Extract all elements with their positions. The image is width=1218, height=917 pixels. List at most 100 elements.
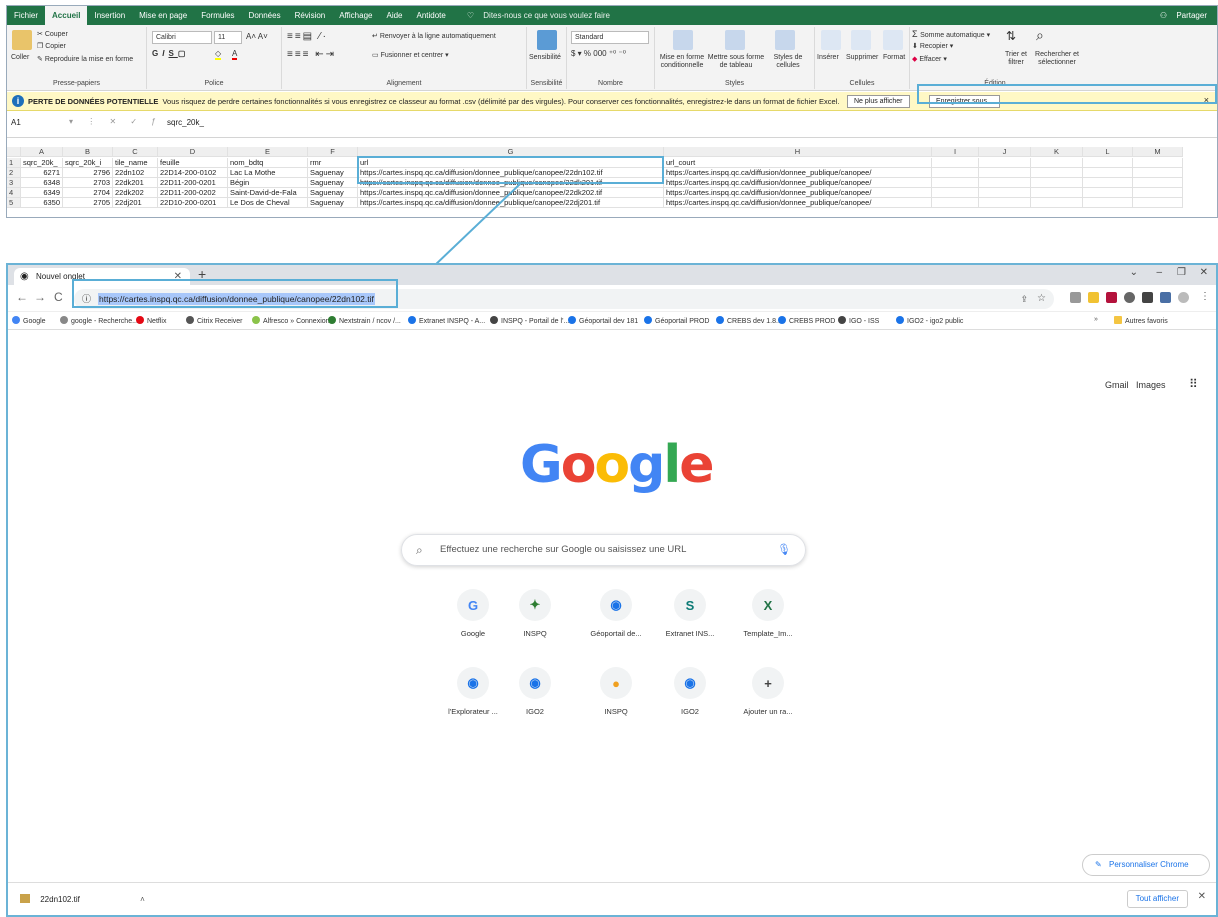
google-search-box[interactable]: ⌕ Effectuez une recherche sur Google ou … [401,534,806,566]
tab-strip: ◉ Nouvel onglet ✕ + ⌄ – ❐ ✕ [8,265,1216,285]
pencil-icon: ✎ [1095,860,1102,869]
back-icon[interactable]: ← [16,290,28,304]
share-page-icon[interactable]: ⇪ [1020,289,1028,309]
minimize-icon[interactable]: – [1156,267,1162,278]
shortcut-favicon-icon: ◉ [519,667,551,699]
address-bar[interactable]: ⓘ https://cartes.inspq.qc.ca/diffusion/d… [74,289,1054,309]
shortcut-tile[interactable]: + Ajouter un ra... [733,667,803,716]
shortcut-tile[interactable]: ◉ IGO2 [500,667,570,716]
bookmarks-bar: Autres favoris » Google google - Recherch… [8,312,1216,330]
google-logo: Google [520,435,715,495]
bookmark-favicon-icon [328,316,336,324]
bookmark-label: Géoportail PROD [655,318,710,325]
bookmark-favicon-icon [252,316,260,324]
bookmark-label: google - Recherche... [71,318,138,325]
shortcut-label: l'Explorateur ... [448,707,498,716]
bookmark-item[interactable]: Alfresco » Connexion [252,316,330,325]
new-tab-icon[interactable]: + [198,266,206,282]
close-window-icon[interactable]: ✕ [1200,267,1208,278]
shortcut-label: Extranet INS... [665,629,715,638]
bookmark-label: Extranet INSPQ - A... [419,318,486,325]
other-bookmarks-label: Autres favoris [1125,318,1168,325]
bookmark-item[interactable]: Citrix Receiver [186,316,243,325]
bookmark-favicon-icon [490,316,498,324]
bookmark-label: CREBS dev 1.8.1 [727,318,782,325]
shortcut-tile[interactable]: ◉ l'Explorateur ... [438,667,508,716]
bookmark-item[interactable]: Géoportail PROD [644,316,709,325]
shortcut-favicon-icon: ● [600,667,632,699]
bookmark-favicon-icon [186,316,194,324]
bookmark-label: Netflix [147,318,167,325]
bookmark-item[interactable]: Extranet INSPQ - A... [408,316,485,325]
tab-search-icon[interactable]: ⌄ [1130,267,1138,278]
show-all-downloads-button[interactable]: Tout afficher [1126,890,1188,908]
customize-chrome-button[interactable]: ✎ Personnaliser Chrome [1082,854,1210,876]
chrome-tab-icon: ◉ [20,271,29,282]
download-item[interactable]: 22dn102.tif ˄ [20,894,145,904]
close-tab-icon[interactable]: ✕ [174,268,182,285]
extension-icon[interactable] [1088,292,1099,303]
close-download-bar-icon[interactable]: ✕ [1198,891,1206,902]
bookmark-label: CREBS PROD [789,318,836,325]
shortcut-tile[interactable]: X Template_Im... [733,589,803,638]
site-info-icon[interactable]: ⓘ [82,289,91,309]
forward-icon[interactable]: → [34,290,46,304]
shortcut-label: Géoportail de... [590,629,642,638]
shortcut-tile[interactable]: ◉ Géoportail de... [581,589,651,638]
shortcut-favicon-icon: ✦ [519,589,551,621]
bookmark-item[interactable]: CREBS PROD [778,316,835,325]
bookmark-favicon-icon [838,316,846,324]
bookmark-item[interactable]: IGO2 - igo2 public [896,316,963,325]
download-bar: 22dn102.tif ˄ Tout afficher ✕ [8,882,1216,915]
shortcut-favicon-icon: X [752,589,784,621]
extension-icon[interactable] [1070,292,1081,303]
browser-tab[interactable]: ◉ Nouvel onglet ✕ [14,268,190,285]
bookmark-item[interactable]: Nextstrain / ncov /... [328,316,401,325]
shortcut-tile[interactable]: G Google [438,589,508,638]
puzzle-icon[interactable] [1142,292,1153,303]
shortcut-tile[interactable]: ◉ IGO2 [655,667,725,716]
reload-icon[interactable]: C [54,290,63,304]
chevron-up-icon[interactable]: ˄ [140,895,145,904]
shortcut-label: IGO2 [681,707,699,716]
gmail-link[interactable]: Gmail [1105,380,1129,390]
file-icon [20,894,30,903]
folder-icon [1114,316,1122,324]
shortcut-tile[interactable]: ✦ INSPQ [500,589,570,638]
shortcut-label: Template_Im... [743,629,793,638]
apps-grid-icon[interactable]: ⠿ [1189,377,1198,391]
shortcut-tile[interactable]: S Extranet INS... [655,589,725,638]
shortcut-favicon-icon: G [457,589,489,621]
images-link[interactable]: Images [1136,380,1166,390]
bookmark-label: Nextstrain / ncov /... [339,318,401,325]
restore-icon[interactable]: ❐ [1177,267,1186,278]
bookmark-item[interactable]: Géoportail dev 181 [568,316,638,325]
bookmark-favicon-icon [136,316,144,324]
microphone-icon[interactable]: 🎙 [777,535,791,565]
shield-icon[interactable] [1124,292,1135,303]
bookmark-item[interactable]: google - Recherche... [60,316,138,325]
profile-avatar[interactable] [1178,292,1189,303]
bookmark-favicon-icon [568,316,576,324]
other-bookmarks[interactable]: Autres favoris [1114,316,1168,325]
shortcut-label: IGO2 [526,707,544,716]
shortcut-favicon-icon: ◉ [600,589,632,621]
bookmark-label: Alfresco » Connexion [263,318,330,325]
shortcut-favicon-icon: ◉ [674,667,706,699]
bookmarks-overflow-icon[interactable]: » [1094,316,1098,323]
bookmark-favicon-icon [644,316,652,324]
shortcut-tile[interactable]: ● INSPQ [581,667,651,716]
kebab-menu-icon[interactable]: ⋮ [1200,291,1210,302]
bookmark-item[interactable]: INSPQ - Portail de l'... [490,316,569,325]
bookmark-item[interactable]: Netflix [136,316,166,325]
bookmark-item[interactable]: CREBS dev 1.8.1 [716,316,782,325]
extension-icon[interactable] [1106,292,1117,303]
bookmark-favicon-icon [778,316,786,324]
bookmark-item[interactable]: IGO - ISS [838,316,879,325]
bookmark-star-icon[interactable]: ☆ [1037,289,1046,309]
bookmark-label: INSPQ - Portail de l'... [501,318,570,325]
bookmark-item[interactable]: Google [12,316,46,325]
bookmark-favicon-icon [60,316,68,324]
side-panel-icon[interactable] [1160,292,1171,303]
bookmark-favicon-icon [716,316,724,324]
